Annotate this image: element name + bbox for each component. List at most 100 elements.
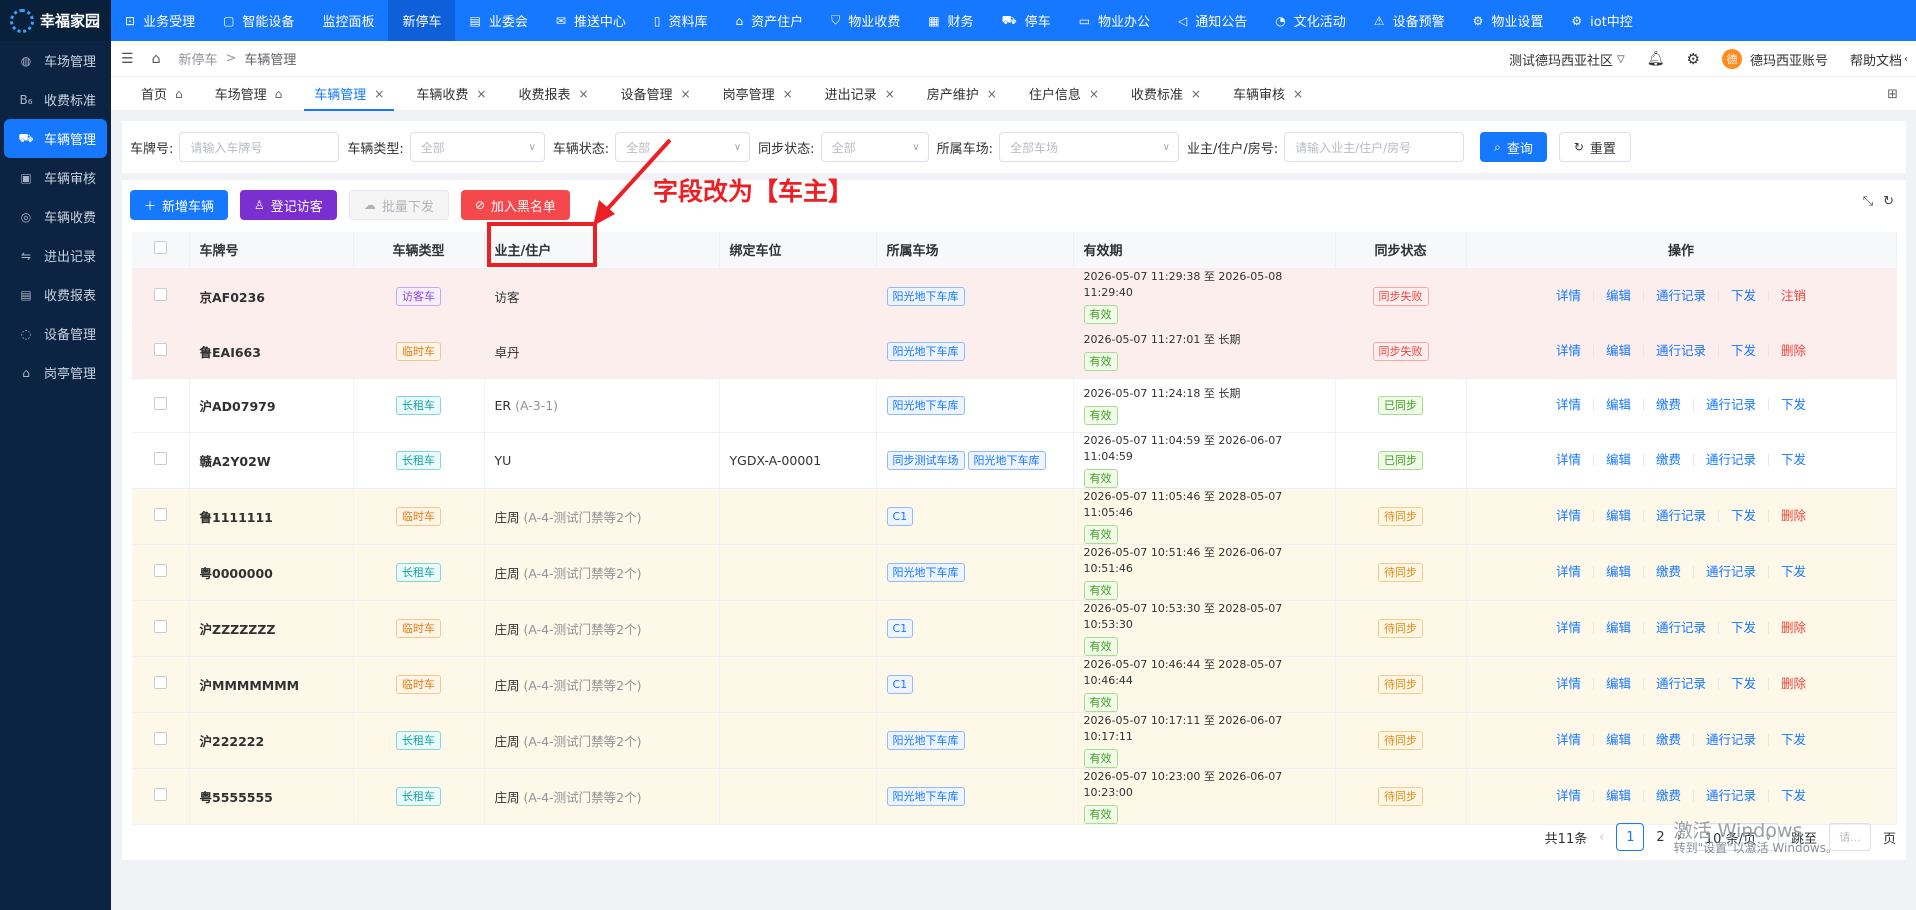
action-link[interactable]: 编辑 bbox=[1594, 677, 1644, 690]
sidebar-item[interactable]: ◎ 车辆收费 bbox=[0, 197, 111, 236]
action-link[interactable]: 下发 bbox=[1769, 453, 1818, 466]
action-link[interactable]: 下发 bbox=[1769, 789, 1818, 802]
close-icon[interactable]: × bbox=[1191, 87, 1201, 101]
nav-item[interactable]: ▤ 业委会 bbox=[455, 0, 541, 41]
action-link[interactable]: 下发 bbox=[1769, 565, 1818, 578]
action-link[interactable]: 注销 bbox=[1769, 289, 1818, 302]
action-link[interactable]: 通行记录 bbox=[1644, 621, 1719, 634]
action-link[interactable]: 详情 bbox=[1544, 398, 1594, 411]
action-link[interactable]: 下发 bbox=[1769, 398, 1818, 411]
nav-item[interactable]: ⊡ 业务受理 bbox=[111, 0, 209, 41]
action-link[interactable]: 通行记录 bbox=[1694, 733, 1770, 746]
tab[interactable]: 设备管理 × bbox=[605, 77, 707, 111]
action-link[interactable]: 编辑 bbox=[1594, 733, 1644, 746]
tab[interactable]: 首页 ⌂ bbox=[125, 77, 199, 111]
parking-lot-select[interactable]: 全部车场 ∨ bbox=[998, 132, 1179, 162]
action-link[interactable]: 编辑 bbox=[1594, 289, 1644, 302]
nav-item[interactable]: ⚠ 设备预警 bbox=[1360, 0, 1459, 41]
row-checkbox[interactable] bbox=[153, 452, 167, 465]
nav-item[interactable]: ⛟ 停车 bbox=[988, 0, 1065, 41]
action-link[interactable]: 详情 bbox=[1544, 344, 1594, 357]
nav-item[interactable]: 新停车 bbox=[388, 0, 456, 41]
reset-button[interactable]: ↻ 重置 bbox=[1558, 132, 1631, 162]
column-header[interactable]: 绑定车位 bbox=[719, 232, 877, 269]
sidebar-item[interactable]: ◌ 设备管理 bbox=[0, 314, 111, 353]
action-link[interactable]: 下发 bbox=[1719, 509, 1770, 522]
close-icon[interactable]: × bbox=[783, 87, 793, 101]
row-checkbox[interactable] bbox=[153, 788, 167, 801]
action-link[interactable]: 通行记录 bbox=[1694, 789, 1770, 802]
menu-toggle-icon[interactable]: ☰ bbox=[121, 51, 134, 67]
close-icon[interactable]: × bbox=[987, 87, 997, 101]
action-link[interactable]: 详情 bbox=[1544, 733, 1594, 746]
action-link[interactable]: 通行记录 bbox=[1644, 289, 1719, 302]
help-link[interactable]: 帮助文档 ‹ bbox=[1850, 50, 1908, 69]
action-link[interactable]: 删除 bbox=[1769, 344, 1818, 357]
action-link[interactable]: 通行记录 bbox=[1644, 509, 1719, 522]
bell-icon[interactable]: 🔔︎ bbox=[1647, 51, 1665, 67]
close-icon[interactable]: × bbox=[374, 87, 384, 101]
nav-item[interactable]: ⚙ iot中控 bbox=[1557, 0, 1646, 41]
column-header[interactable]: 车辆类型 bbox=[353, 232, 485, 269]
action-link[interactable]: 删除 bbox=[1769, 621, 1818, 634]
refresh-icon[interactable]: ↻ bbox=[1883, 194, 1894, 209]
fullscreen-icon[interactable]: ⤡ bbox=[1863, 194, 1873, 209]
search-button[interactable]: ⌕ 查询 bbox=[1480, 132, 1547, 162]
row-checkbox[interactable] bbox=[153, 676, 167, 689]
nav-item[interactable]: ⛉ 物业收费 bbox=[817, 0, 914, 41]
nav-item[interactable]: 监控面板 bbox=[308, 0, 388, 41]
sidebar-item[interactable]: B₆ 收费标准 bbox=[0, 80, 111, 119]
sidebar-item[interactable]: ⌂ 岗亭管理 bbox=[0, 353, 111, 392]
select-all-checkbox[interactable] bbox=[132, 232, 190, 269]
tab[interactable]: 进出记录 × bbox=[809, 77, 911, 111]
vehicle-type-select[interactable]: 全部 ∨ bbox=[409, 132, 545, 162]
tab[interactable]: 收费标准 × bbox=[1115, 77, 1217, 111]
column-header[interactable]: 同步状态 bbox=[1335, 232, 1467, 269]
action-link[interactable]: 详情 bbox=[1544, 509, 1594, 522]
nav-item[interactable]: ◁ 通知公告 bbox=[1164, 0, 1261, 41]
page-button[interactable]: 2 bbox=[1656, 830, 1664, 845]
gear-icon[interactable]: ⚙ bbox=[1687, 50, 1700, 68]
sidebar-item[interactable]: ⛟ 车辆管理 bbox=[4, 119, 107, 158]
action-link[interactable]: 编辑 bbox=[1594, 565, 1644, 578]
action-link[interactable]: 编辑 bbox=[1594, 344, 1644, 357]
close-icon[interactable]: × bbox=[885, 87, 895, 101]
action-link[interactable]: 下发 bbox=[1719, 344, 1770, 357]
action-link[interactable]: 通行记录 bbox=[1694, 565, 1770, 578]
add-blacklist-button[interactable]: ⊘ 加入黑名单 bbox=[460, 190, 570, 220]
grid-icon[interactable]: ⊞ bbox=[1887, 87, 1898, 102]
close-icon[interactable]: × bbox=[681, 87, 691, 101]
prev-page-icon[interactable]: ‹ bbox=[1599, 830, 1604, 845]
action-link[interactable]: 删除 bbox=[1769, 509, 1818, 522]
plate-input[interactable]: 请输入车牌号 bbox=[179, 132, 340, 162]
action-link[interactable]: 编辑 bbox=[1594, 398, 1644, 411]
owner-input[interactable]: 请输入业主/住户/房号 bbox=[1284, 132, 1465, 162]
tab[interactable]: 住户信息 × bbox=[1013, 77, 1115, 111]
column-header[interactable]: 车牌号 bbox=[189, 232, 354, 269]
action-link[interactable]: 编辑 bbox=[1594, 509, 1644, 522]
sync-status-select[interactable]: 全部 ∨ bbox=[820, 132, 929, 162]
action-link[interactable]: 缴费 bbox=[1644, 453, 1694, 466]
column-header[interactable]: 有效期 bbox=[1073, 232, 1336, 269]
register-visitor-button[interactable]: ♙ 登记访客 bbox=[240, 190, 337, 220]
row-checkbox[interactable] bbox=[153, 343, 167, 356]
nav-item[interactable]: ◔ 文化活动 bbox=[1261, 0, 1360, 41]
nav-item[interactable]: ▯ 资料库 bbox=[640, 0, 722, 41]
nav-item[interactable]: ▢ 智能设备 bbox=[209, 0, 308, 41]
sidebar-item[interactable]: ◍ 车场管理 bbox=[0, 41, 111, 80]
action-link[interactable]: 详情 bbox=[1544, 789, 1594, 802]
action-link[interactable]: 缴费 bbox=[1644, 398, 1694, 411]
action-link[interactable]: 缴费 bbox=[1644, 789, 1694, 802]
action-link[interactable]: 详情 bbox=[1544, 289, 1594, 302]
action-link[interactable]: 详情 bbox=[1544, 565, 1594, 578]
action-link[interactable]: 通行记录 bbox=[1694, 398, 1770, 411]
action-link[interactable]: 编辑 bbox=[1594, 621, 1644, 634]
nav-item[interactable]: ⚙ 物业设置 bbox=[1459, 0, 1558, 41]
tab[interactable]: 岗亭管理 × bbox=[707, 77, 809, 111]
batch-issue-button[interactable]: ☁ 批量下发 bbox=[348, 190, 449, 220]
sidebar-item[interactable]: ▤ 收费报表 bbox=[0, 275, 111, 314]
tab[interactable]: 车辆收费 × bbox=[400, 77, 502, 111]
row-checkbox[interactable] bbox=[153, 508, 167, 521]
account-menu[interactable]: 德 德玛西亚账号 bbox=[1721, 49, 1828, 69]
row-checkbox[interactable] bbox=[153, 620, 167, 633]
